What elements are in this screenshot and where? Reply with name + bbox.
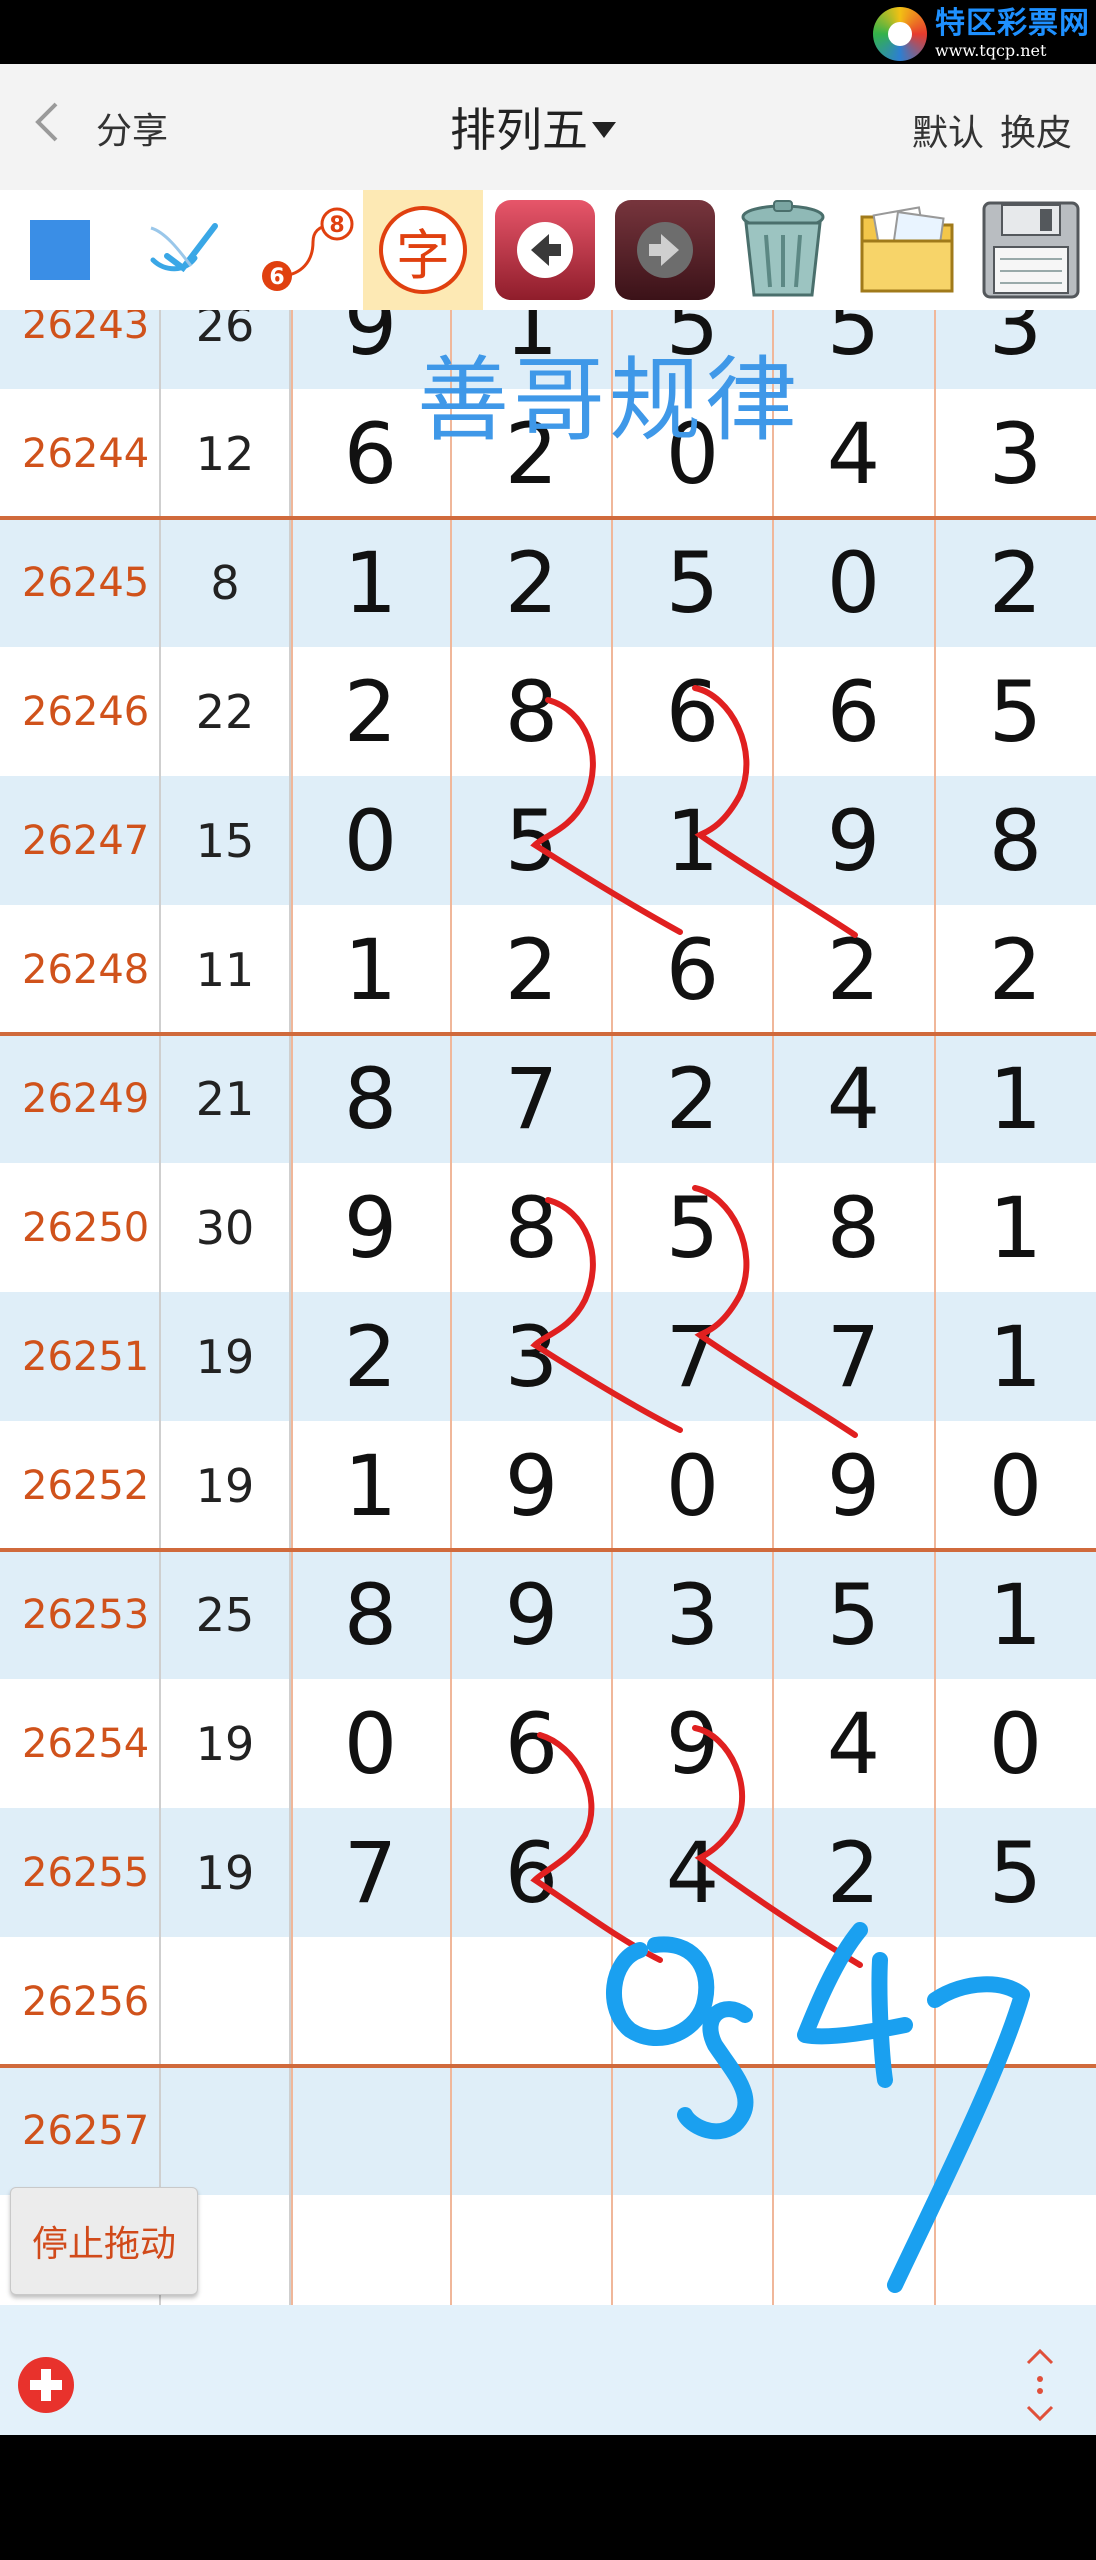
back-chevron-icon[interactable] — [32, 102, 62, 142]
red-stroke — [692, 685, 858, 938]
char-icon-label: 字 — [396, 223, 450, 287]
save-button[interactable] — [970, 190, 1092, 310]
blue-square-icon — [30, 220, 90, 280]
photos-icon — [860, 206, 954, 293]
toolbar: 6 8 字 — [0, 190, 1096, 310]
blue-stroke — [797, 1922, 913, 2088]
blue-handwriting — [606, 1922, 1030, 2293]
char-icon: 字 — [379, 206, 467, 294]
link-tool-button[interactable]: 6 8 — [250, 190, 360, 310]
color-select-button[interactable] — [0, 190, 120, 310]
stop-drag-button[interactable]: 停止拖动 — [10, 2187, 198, 2295]
dots-link-icon: 6 8 — [262, 207, 354, 291]
char-tool-button[interactable]: 字 — [363, 190, 483, 310]
draw-history-table[interactable]: 26243 26 9 1 5 5 3 26244 12 6 2 0 4 3 26245 8 1 2 5 0 2 26246… — [0, 310, 1096, 2305]
check-pen-icon — [150, 223, 218, 273]
clear-button[interactable] — [722, 190, 844, 310]
annotation-title: 善哥规律 — [417, 347, 802, 454]
annotation-overlay — [0, 310, 1096, 2305]
add-icon[interactable] — [16, 2355, 76, 2415]
scroll-toggle-icon[interactable] — [1018, 2345, 1062, 2425]
red-stroke — [530, 1732, 663, 1963]
red-stroke — [692, 1725, 863, 1968]
red-annotation-lines — [530, 685, 863, 1968]
system-nav-area — [0, 2435, 1096, 2560]
nav-bar: 分享 排列五 默认 换皮 — [0, 64, 1096, 190]
red-stroke — [692, 1185, 858, 1438]
arrow-right-icon — [615, 200, 715, 300]
watermark-logo-icon — [873, 7, 927, 61]
redo-button[interactable] — [610, 190, 720, 310]
lottery-type-dropdown[interactable]: 排列五 — [450, 94, 616, 160]
image-button[interactable] — [846, 190, 968, 310]
skin-default-button[interactable]: 默认 — [912, 104, 984, 156]
watermark-url: www.tqcp.net — [935, 41, 1047, 60]
floppy-save-icon — [982, 201, 1080, 299]
share-button[interactable]: 分享 — [96, 102, 168, 154]
blue-stroke — [887, 1976, 1030, 2293]
pen-tool-button[interactable] — [140, 190, 240, 310]
undo-button[interactable] — [490, 190, 600, 310]
watermark: 特区彩票网 www.tqcp.net — [873, 6, 1090, 62]
skin-change-button[interactable]: 换皮 — [1000, 104, 1072, 156]
red-stroke — [530, 1197, 683, 1433]
status-strip: 特区彩票网 www.tqcp.net — [0, 0, 1096, 64]
page-title: 排列五 — [450, 103, 588, 157]
caret-down-icon — [592, 122, 616, 138]
watermark-name: 特区彩票网 — [935, 6, 1090, 41]
dot-label-b: 8 — [329, 213, 344, 238]
bottom-bar — [0, 2305, 1096, 2435]
dot-label-a: 6 — [269, 265, 284, 290]
trash-icon — [741, 200, 825, 297]
app-screen: 特区彩票网 www.tqcp.net 分享 排列五 默认 换皮 6 8 字 26… — [0, 0, 1096, 2560]
arrow-left-icon — [495, 200, 595, 300]
red-stroke — [530, 697, 683, 935]
